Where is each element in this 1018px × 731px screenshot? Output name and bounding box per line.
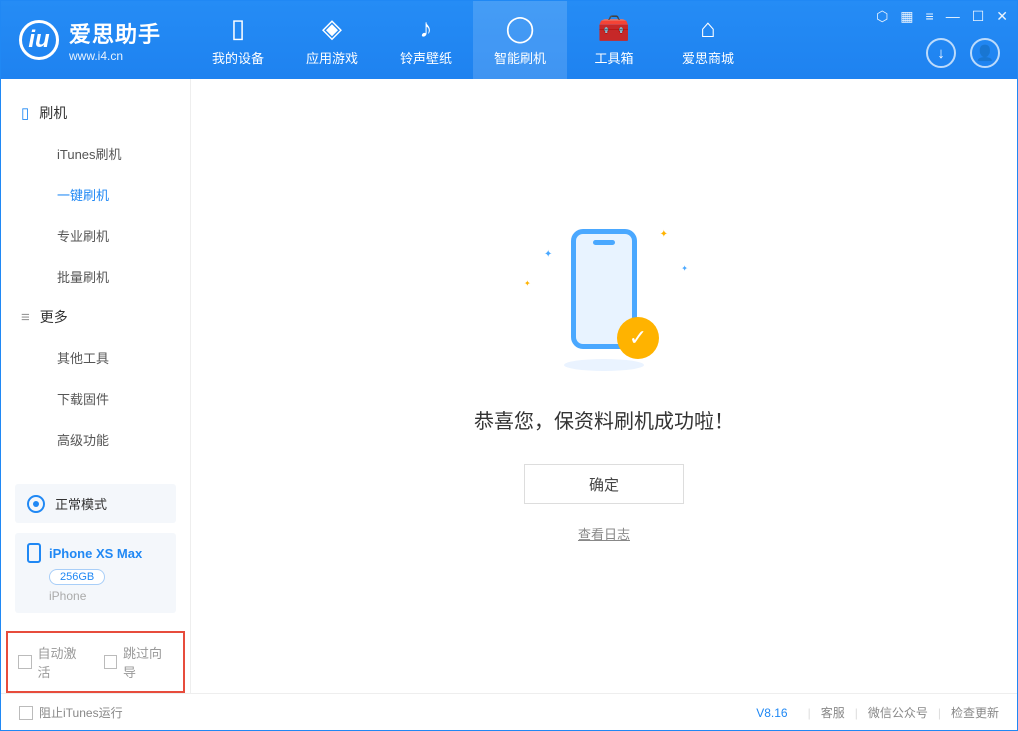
checkbox-auto-activate[interactable]: 自动激活 (18, 643, 88, 681)
view-log-link[interactable]: 查看日志 (578, 524, 630, 543)
refresh-icon: ◯ (505, 13, 534, 44)
logo-area: iu 爱思助手 www.i4.cn (1, 17, 191, 63)
sparkle-icon: ✦ (544, 249, 552, 260)
mode-box[interactable]: 正常模式 (15, 484, 176, 523)
shop-icon: ⌂ (700, 13, 716, 44)
sparkle-icon: ✦ (660, 229, 668, 240)
sidebar-item-batch-flash[interactable]: 批量刷机 (1, 256, 190, 297)
device-box[interactable]: iPhone XS Max 256GB iPhone (15, 533, 176, 613)
version-label: V8.16 (756, 706, 787, 720)
menu-icon[interactable]: ≡ (926, 8, 934, 25)
tab-toolbox[interactable]: 🧰工具箱 (567, 1, 661, 79)
shirt-icon[interactable]: ⬡ (876, 8, 888, 25)
sidebar: ▯ 刷机 iTunes刷机 一键刷机 专业刷机 批量刷机 ≡ 更多 其他工具 下… (1, 79, 191, 693)
checkbox-icon (18, 655, 32, 669)
sidebar-item-other-tools[interactable]: 其他工具 (1, 337, 190, 378)
device-type: iPhone (49, 589, 164, 603)
sidebar-group-more: ≡ 更多 (1, 297, 190, 337)
app-title: 爱思助手 (69, 17, 161, 49)
nav-tabs: ▯我的设备 ◈应用游戏 ♪铃声壁纸 ◯智能刷机 🧰工具箱 ⌂爱思商城 (191, 1, 755, 79)
sidebar-item-download-firmware[interactable]: 下载固件 (1, 378, 190, 419)
sidebar-item-itunes-flash[interactable]: iTunes刷机 (1, 133, 190, 174)
success-illustration: ✦ ✦ ✦ ✦ ✓ (544, 229, 664, 369)
sidebar-group-flash: ▯ 刷机 (1, 93, 190, 133)
options-row: 自动激活 跳过向导 (6, 631, 185, 693)
download-button[interactable]: ↓ (926, 38, 956, 68)
check-update-link[interactable]: 检查更新 (951, 704, 999, 721)
checkbox-icon (104, 655, 118, 669)
phone-outline-icon: ▯ (21, 104, 29, 122)
grid-icon[interactable]: ▦ (900, 8, 913, 25)
maximize-button[interactable]: ☐ (972, 8, 985, 25)
sidebar-item-advanced[interactable]: 高级功能 (1, 419, 190, 460)
checkbox-skip-guide[interactable]: 跳过向导 (104, 643, 174, 681)
sparkle-icon: ✦ (524, 279, 531, 288)
tab-ringtones-wallpapers[interactable]: ♪铃声壁纸 (379, 1, 473, 79)
minimize-button[interactable]: ― (946, 8, 960, 25)
sidebar-item-onekey-flash[interactable]: 一键刷机 (1, 174, 190, 215)
logo-icon: iu (19, 20, 59, 60)
tab-my-device[interactable]: ▯我的设备 (191, 1, 285, 79)
success-message: 恭喜您，保资料刷机成功啦！ (474, 405, 734, 434)
main-content: ✦ ✦ ✦ ✦ ✓ 恭喜您，保资料刷机成功啦！ 确定 查看日志 (191, 79, 1017, 693)
sidebar-item-pro-flash[interactable]: 专业刷机 (1, 215, 190, 256)
mode-icon (27, 495, 45, 513)
user-button[interactable]: 👤 (970, 38, 1000, 68)
app-subtitle: www.i4.cn (69, 49, 161, 63)
checkbox-icon (19, 706, 33, 720)
list-icon: ≡ (21, 309, 30, 326)
toolbox-icon: 🧰 (598, 13, 630, 44)
checkbox-block-itunes[interactable]: 阻止iTunes运行 (19, 704, 123, 721)
storage-badge: 256GB (49, 569, 105, 585)
mode-label: 正常模式 (55, 494, 107, 513)
tab-store[interactable]: ⌂爱思商城 (661, 1, 755, 79)
window-controls: ⬡ ▦ ≡ ― ☐ ✕ (876, 8, 1008, 25)
tab-smart-flash[interactable]: ◯智能刷机 (473, 1, 567, 79)
wechat-link[interactable]: 微信公众号 (868, 704, 928, 721)
device-icon (27, 543, 41, 563)
header-bar: iu 爱思助手 www.i4.cn ▯我的设备 ◈应用游戏 ♪铃声壁纸 ◯智能刷… (1, 1, 1017, 79)
sparkle-icon: ✦ (681, 264, 688, 273)
cube-icon: ◈ (322, 13, 342, 44)
device-name: iPhone XS Max (49, 546, 142, 561)
device-icon: ▯ (231, 13, 245, 44)
music-icon: ♪ (420, 13, 433, 44)
tab-apps-games[interactable]: ◈应用游戏 (285, 1, 379, 79)
footer-bar: 阻止iTunes运行 V8.16 | 客服 | 微信公众号 | 检查更新 (1, 693, 1017, 731)
check-circle-icon: ✓ (617, 317, 659, 359)
close-button[interactable]: ✕ (996, 8, 1008, 25)
header-right-actions: ↓ 👤 (926, 38, 1000, 68)
support-link[interactable]: 客服 (821, 704, 845, 721)
ok-button[interactable]: 确定 (524, 464, 684, 504)
